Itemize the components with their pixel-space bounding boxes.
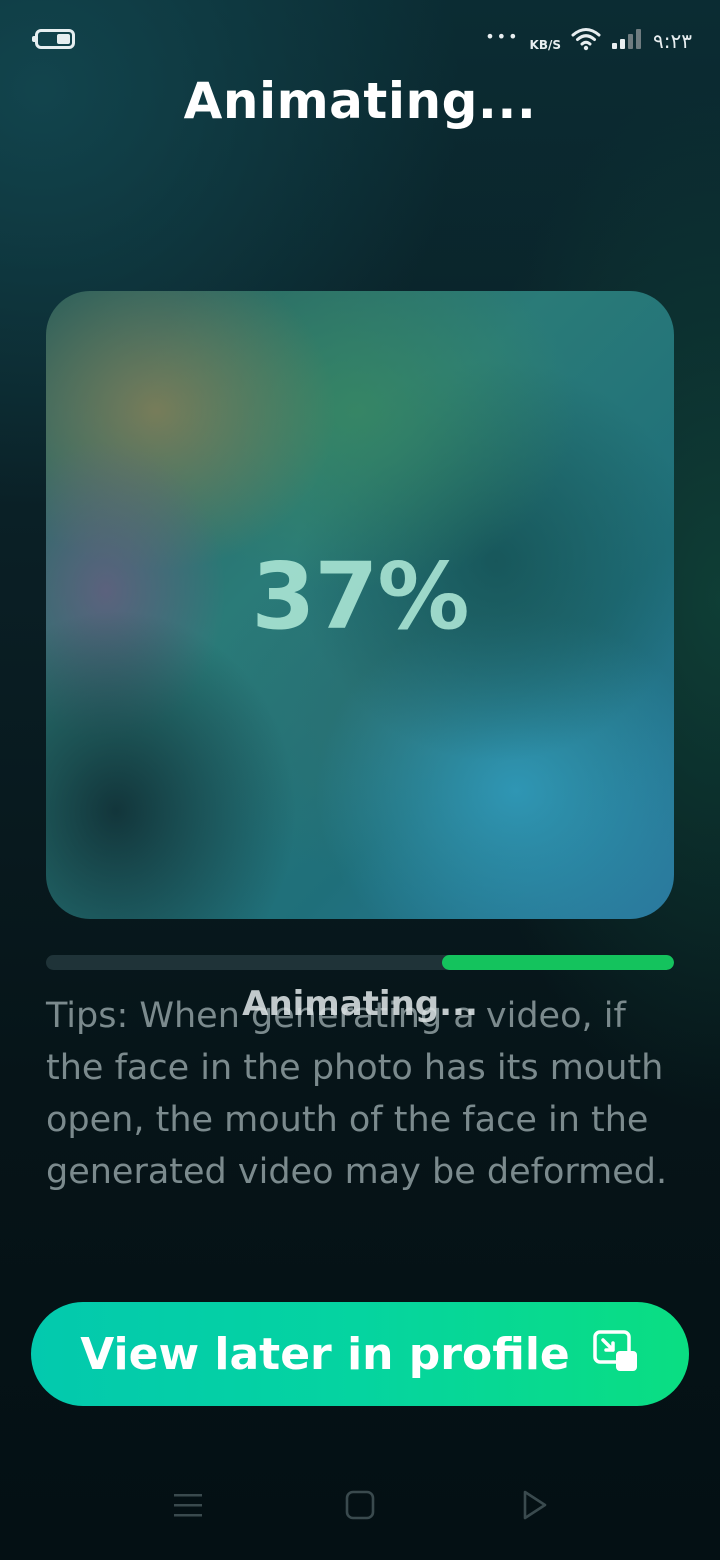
progress-bar [46,955,674,970]
network-speed: KB/S [529,38,562,52]
dots-icon: ••• [485,27,520,46]
picture-in-picture-icon [592,1329,640,1379]
button-label: View later in profile [80,1328,570,1380]
page-title: Animating... [183,72,537,130]
progress-fill [441,955,674,970]
navigation-bar [0,1465,720,1545]
status-icons: ••• KB/S ٩:٢٣ [485,26,692,56]
back-icon[interactable] [514,1485,554,1525]
wifi-icon [571,27,601,55]
signal-icon [611,28,643,54]
progress-percent: 37% [251,543,469,650]
status-bar: ••• KB/S ٩:٢٣ [0,0,720,80]
preview-image: 37% [46,291,674,919]
home-icon[interactable] [340,1485,380,1525]
clock: ٩:٢٣ [653,29,692,53]
view-later-in-profile-button[interactable]: View later in profile [31,1302,689,1406]
battery-icon [32,29,75,49]
menu-icon[interactable] [168,1485,208,1525]
status-overlay: Animating... [242,984,478,1024]
